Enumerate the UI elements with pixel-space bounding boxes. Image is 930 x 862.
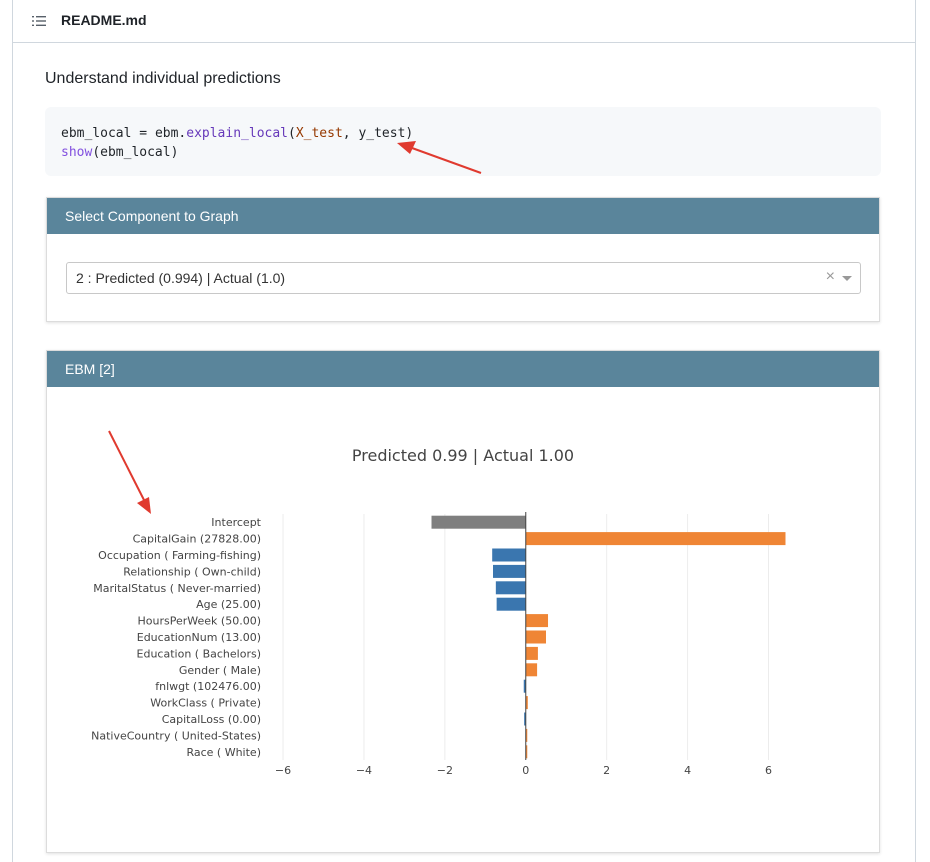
file-header: README.md — [13, 0, 915, 43]
list-icon[interactable] — [31, 13, 47, 29]
chart-bar[interactable] — [495, 581, 526, 595]
chart-bar[interactable] — [496, 597, 526, 611]
chart-bar[interactable] — [525, 663, 538, 677]
ebm-local-chart: Predicted 0.99 | Actual 1.00 −6 −4 −2 0 2 4 6 In… — [91, 446, 786, 777]
category-label: WorkClass ( Private) — [150, 697, 261, 710]
category-label: Race ( White) — [186, 746, 261, 759]
component-selector-panel: Select Component to Graph 2 : Predicted … — [46, 197, 880, 322]
x-tick-label: 4 — [684, 764, 691, 777]
chart-bar[interactable] — [431, 515, 526, 529]
x-tick-label: −6 — [275, 764, 291, 777]
category-label: CapitalLoss (0.00) — [162, 713, 261, 726]
category-label: NativeCountry ( United-States) — [91, 729, 261, 742]
x-tick-label: 0 — [522, 764, 529, 777]
x-tick-label: −4 — [356, 764, 372, 777]
code-line-1: ebm_local = ebm.explain_local(X_test, y_… — [61, 126, 414, 141]
ebm-chart-panel: EBM [2] Predicted 0.99 | Actual 1.00 −6 −4… — [46, 350, 880, 853]
category-label: CapitalGain (27828.00) — [133, 533, 261, 546]
component-select[interactable]: 2 : Predicted (0.994) | Actual (1.0) × — [66, 262, 861, 294]
chart-bar[interactable] — [525, 532, 786, 546]
x-tick-label: 2 — [603, 764, 610, 777]
component-select-value: 2 : Predicted (0.994) | Actual (1.0) — [76, 270, 286, 286]
category-label: EducationNum (13.00) — [137, 631, 261, 644]
clear-icon[interactable]: × — [826, 268, 835, 286]
x-tick-label: −2 — [437, 764, 453, 777]
category-label: Age (25.00) — [196, 598, 261, 611]
x-tick-label: 6 — [765, 764, 772, 777]
category-label: HoursPerWeek (50.00) — [138, 615, 261, 628]
category-label: Education ( Bachelors) — [137, 647, 261, 660]
chart-bar[interactable] — [525, 630, 546, 644]
chart-bar[interactable] — [525, 646, 538, 660]
code-line-2: show(ebm_local) — [61, 145, 179, 160]
category-label: Occupation ( Farming-fishing) — [98, 549, 261, 562]
chart-title: Predicted 0.99 | Actual 1.00 — [352, 446, 574, 465]
category-label: Gender ( Male) — [179, 664, 261, 677]
chevron-down-icon[interactable] — [842, 276, 852, 281]
chart-panel-header: EBM [2] — [47, 351, 879, 387]
chart-bar[interactable] — [492, 548, 526, 562]
selector-panel-header: Select Component to Graph — [47, 198, 879, 234]
chart-bar[interactable] — [525, 614, 549, 628]
code-block: ebm_local = ebm.explain_local(X_test, y_… — [45, 107, 881, 176]
chart-bar[interactable] — [493, 564, 526, 578]
category-label: MaritalStatus ( Never-married) — [93, 582, 261, 595]
category-label: Intercept — [211, 516, 261, 529]
category-label: fnlwgt (102476.00) — [155, 680, 261, 693]
intro-text: Understand individual predictions — [45, 70, 281, 87]
category-label: Relationship ( Own-child) — [123, 565, 261, 578]
file-name: README.md — [61, 12, 147, 28]
